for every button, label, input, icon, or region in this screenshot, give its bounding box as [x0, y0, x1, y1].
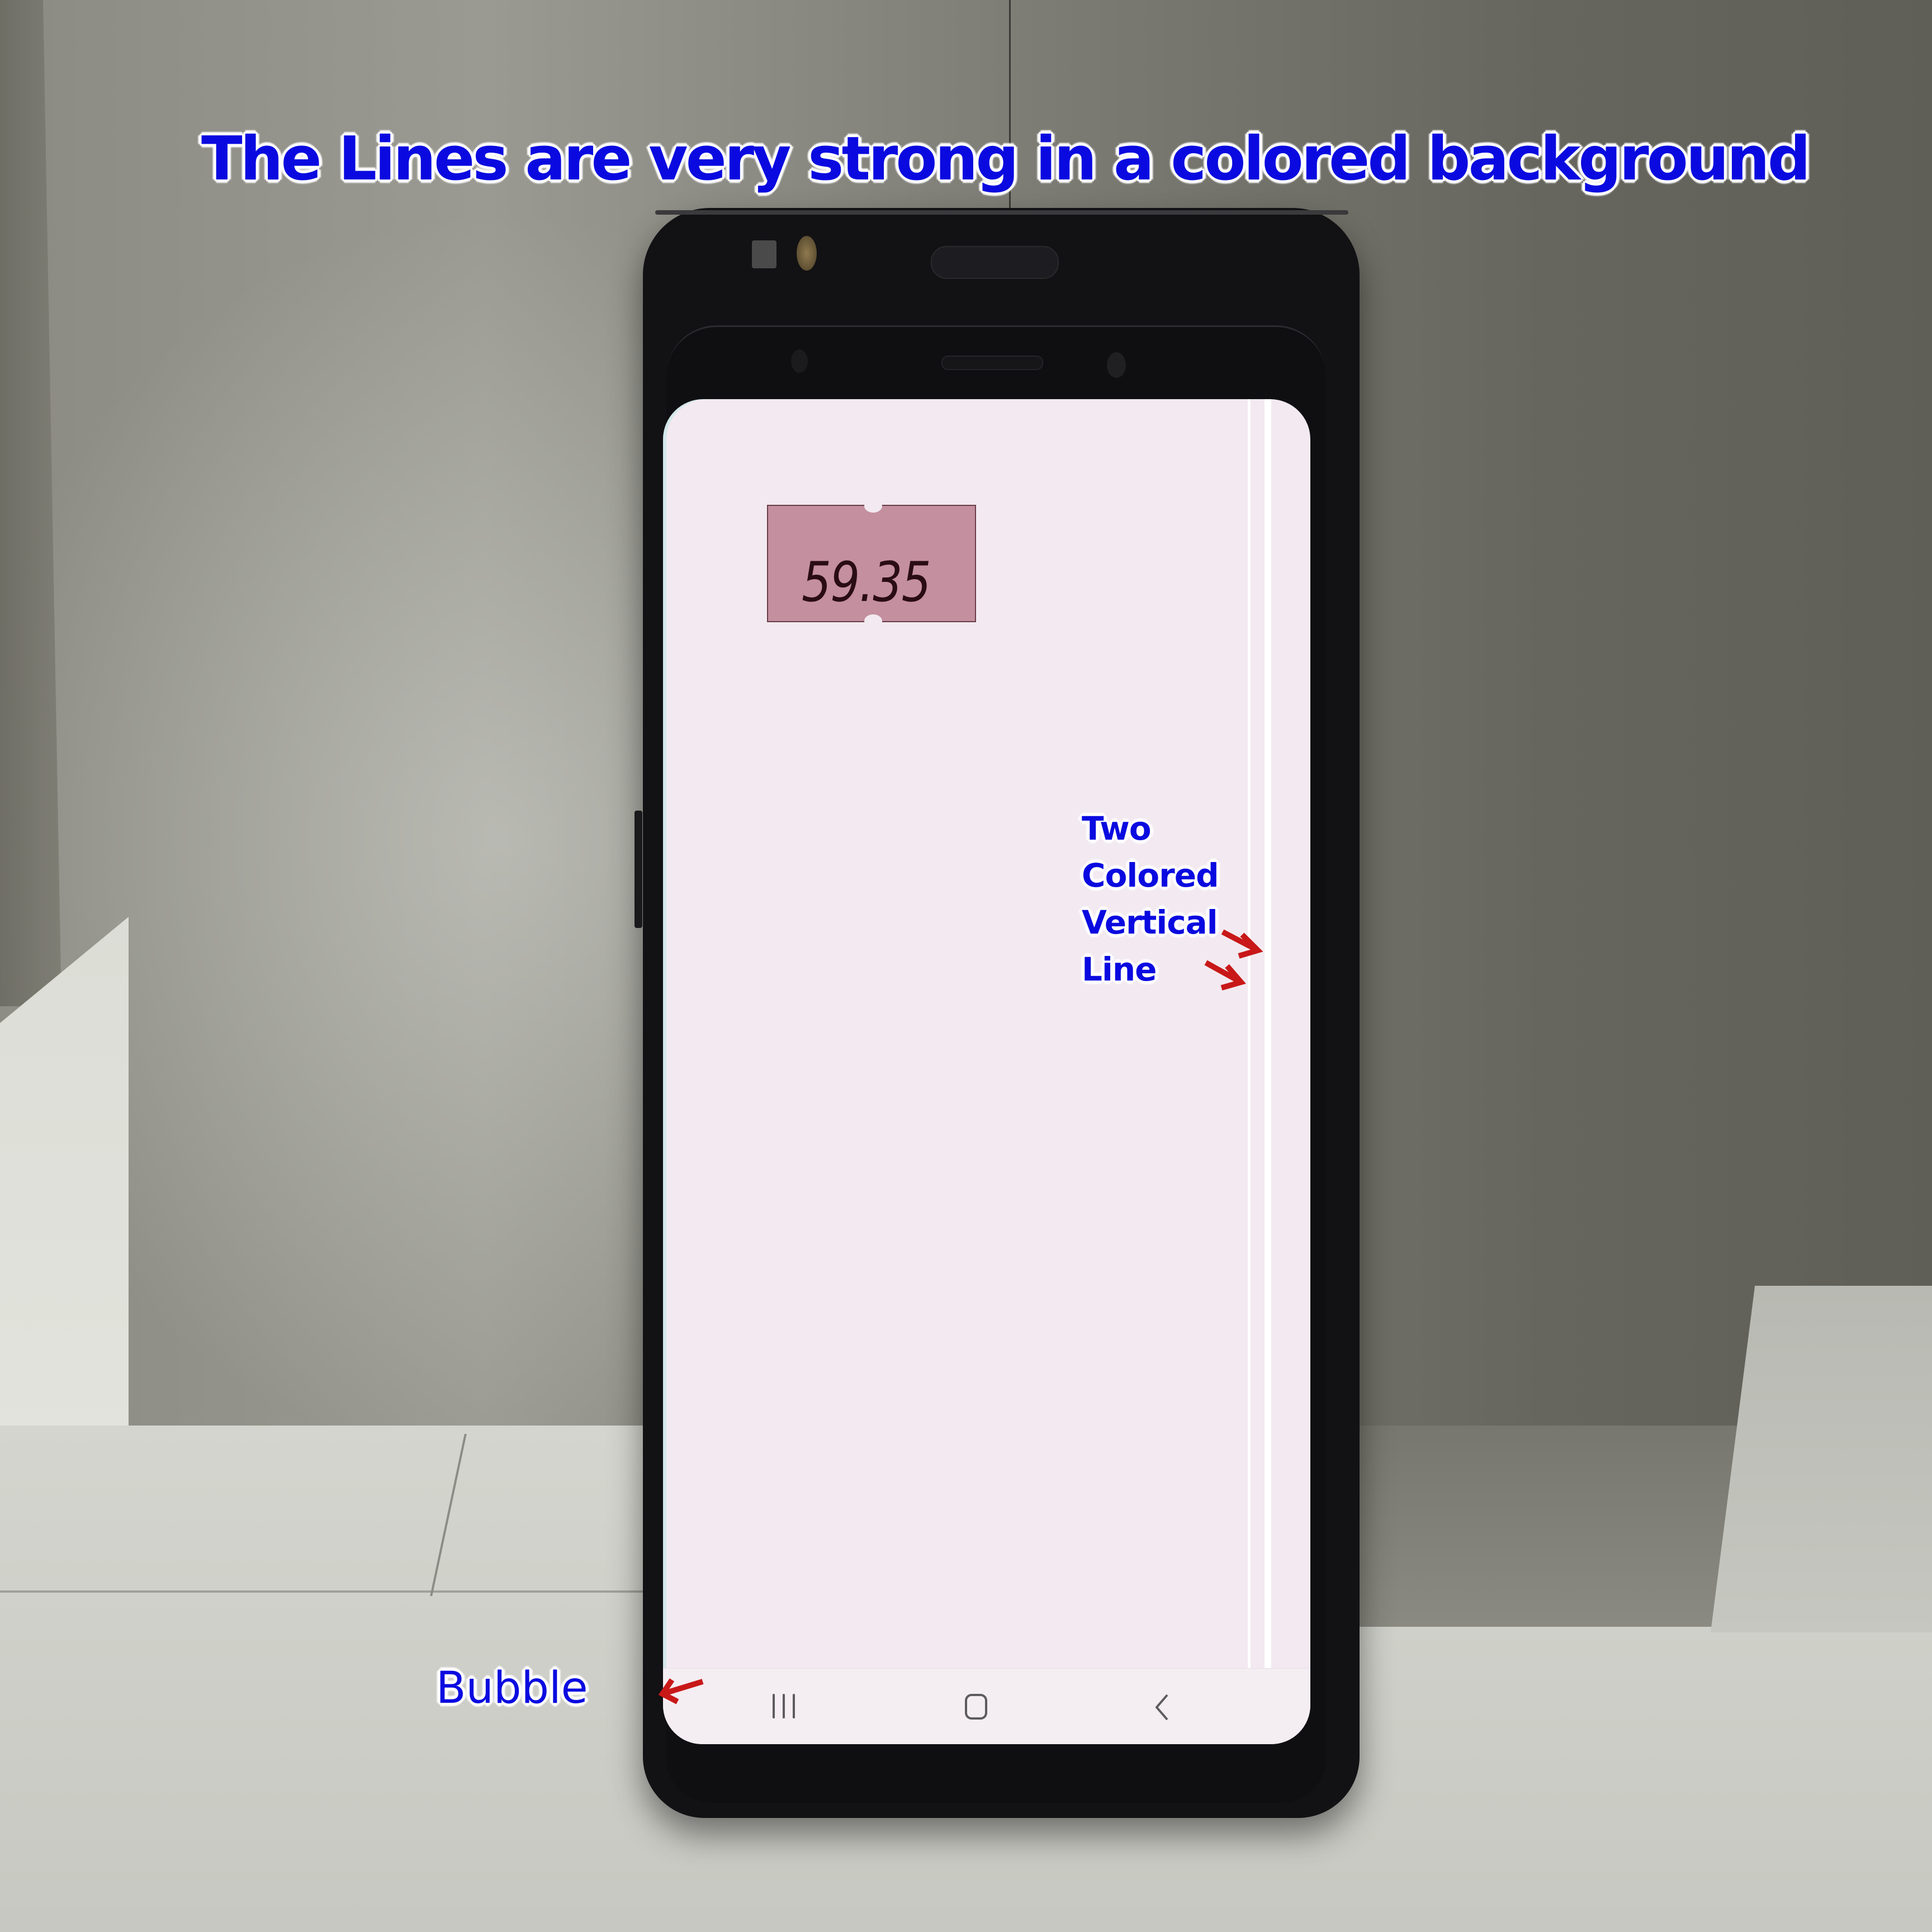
arrow-icon: [1204, 960, 1246, 991]
arrow-icon: [658, 1678, 704, 1704]
annotation-arrows: [658, 929, 1263, 1704]
arrow-icon: [1221, 929, 1263, 959]
